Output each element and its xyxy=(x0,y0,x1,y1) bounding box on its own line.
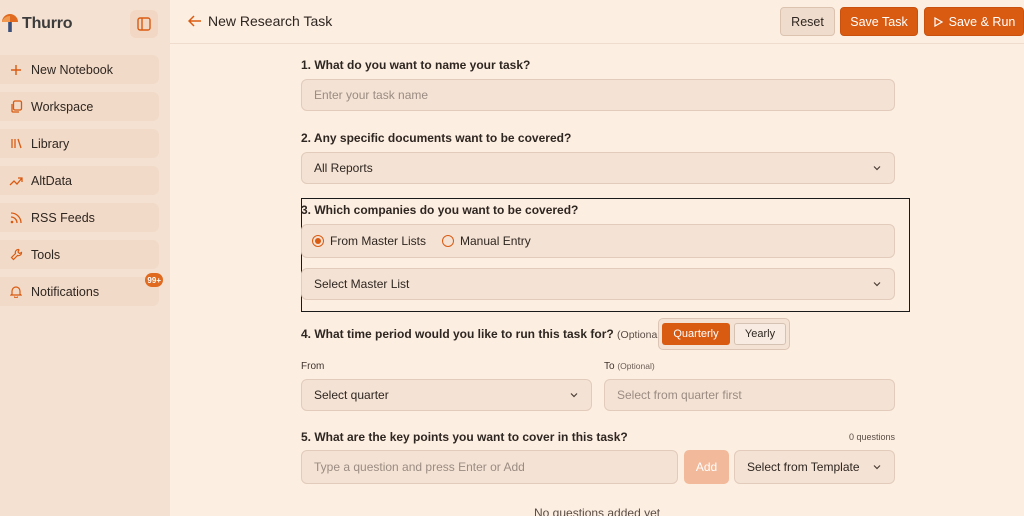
sidebar-item-label: Library xyxy=(31,136,70,151)
sidebar-item-label: New Notebook xyxy=(31,62,113,77)
save-and-run-button[interactable]: Save & Run xyxy=(924,7,1024,36)
trend-icon xyxy=(8,173,24,189)
company-source-radio-group: From Master Lists Manual Entry xyxy=(301,224,895,258)
from-master-lists-option[interactable]: From Master Lists xyxy=(312,234,426,248)
library-icon xyxy=(8,136,24,152)
page-title: New Research Task xyxy=(208,13,333,29)
thurro-logo-icon xyxy=(2,14,18,32)
sidebar-item-label: Workspace xyxy=(31,99,94,114)
to-quarter-placeholder: Select from quarter first xyxy=(617,388,742,402)
from-label: From xyxy=(301,361,325,372)
sidebar-item-label: RSS Feeds xyxy=(31,210,95,225)
chevron-down-icon xyxy=(873,282,881,287)
sidebar-item-label: Notifications xyxy=(31,284,100,299)
sidebar-item-library[interactable]: Library xyxy=(0,129,159,158)
question-input-placeholder: Type a question and press Enter or Add xyxy=(314,460,525,474)
question-1-label: 1. What do you want to name your task? xyxy=(301,58,531,72)
empty-questions-text: No questions added yet xyxy=(534,506,661,516)
to-quarter-select[interactable]: Select from quarter first xyxy=(604,379,895,411)
save-and-run-label: Save & Run xyxy=(948,14,1016,29)
from-quarter-select[interactable]: Select quarter xyxy=(301,379,592,411)
sidebar-item-notifications[interactable]: Notifications 99+ xyxy=(0,273,163,306)
master-list-placeholder: Select Master List xyxy=(314,277,410,291)
manual-entry-label: Manual Entry xyxy=(460,234,531,248)
yearly-toggle-button[interactable]: Yearly xyxy=(734,323,786,345)
sidebar-item-rss-feeds[interactable]: RSS Feeds xyxy=(0,203,159,232)
sidebar-item-tools[interactable]: Tools xyxy=(0,240,159,269)
rss-icon xyxy=(8,210,24,226)
template-select[interactable]: Select from Template xyxy=(734,450,895,484)
master-list-select[interactable]: Select Master List xyxy=(301,268,895,300)
play-icon xyxy=(934,16,943,27)
sidebar: Thurro New Notebook Workspace Library Al… xyxy=(0,0,170,516)
question-5-label: 5. What are the key points you want to c… xyxy=(301,430,628,444)
quarterly-toggle-button[interactable]: Quarterly xyxy=(662,323,730,345)
sidebar-toggle-button[interactable] xyxy=(130,10,158,38)
documents-selected-value: All Reports xyxy=(314,161,373,175)
sidebar-nav: New Notebook Workspace Library AltData R… xyxy=(0,55,163,314)
chevron-down-icon xyxy=(570,393,578,398)
sidebar-item-new-notebook[interactable]: New Notebook xyxy=(0,55,159,84)
plus-icon xyxy=(8,62,24,78)
chevron-down-icon xyxy=(873,166,881,171)
to-label: To (Optional) xyxy=(604,361,655,372)
to-optional-text: (Optional) xyxy=(617,361,655,371)
wrench-icon xyxy=(8,247,24,263)
sidebar-item-label: Tools xyxy=(31,247,61,262)
from-master-lists-label: From Master Lists xyxy=(330,234,427,248)
notification-count-badge: 99+ xyxy=(145,273,163,287)
question-2-label: 2. Any specific documents want to be cov… xyxy=(301,131,572,145)
question-4-label: 4. What time period would you like to ru… xyxy=(301,327,663,341)
task-name-placeholder: Enter your task name xyxy=(314,88,429,102)
sidebar-item-label: AltData xyxy=(31,173,72,188)
brand-name: Thurro xyxy=(22,15,73,32)
app: Thurro New Notebook Workspace Library Al… xyxy=(0,0,1024,516)
brand-logo[interactable]: Thurro xyxy=(0,12,73,36)
arrow-left-icon xyxy=(188,15,201,27)
manual-entry-option[interactable]: Manual Entry xyxy=(442,234,531,248)
to-label-text: To xyxy=(604,361,615,372)
add-question-button[interactable]: Add xyxy=(684,450,729,484)
question-4-text: 4. What time period would you like to ru… xyxy=(301,327,614,341)
documents-select[interactable]: All Reports xyxy=(301,152,895,184)
task-name-input[interactable]: Enter your task name xyxy=(301,79,895,111)
from-quarter-placeholder: Select quarter xyxy=(314,388,389,402)
back-button[interactable]: New Research Task xyxy=(188,13,332,29)
radio-unselected-icon xyxy=(442,235,455,247)
sidebar-item-altdata[interactable]: AltData xyxy=(0,166,159,195)
copy-icon xyxy=(8,99,24,115)
bell-icon xyxy=(8,284,24,300)
question-4-optional: (Optional) xyxy=(617,329,664,341)
reset-button[interactable]: Reset xyxy=(780,7,835,36)
sidebar-item-workspace[interactable]: Workspace xyxy=(0,92,159,121)
radio-selected-icon xyxy=(312,235,324,247)
chevron-down-icon xyxy=(873,465,881,470)
page-header: New Research Task Reset Save Task Save &… xyxy=(170,0,1024,44)
save-task-button[interactable]: Save Task xyxy=(840,7,918,36)
question-3-label: 3. Which companies do you want to be cov… xyxy=(301,203,579,217)
period-toggle: Quarterly Yearly xyxy=(658,318,790,350)
sidebar-panel-icon xyxy=(137,17,151,31)
question-input[interactable]: Type a question and press Enter or Add xyxy=(301,450,678,484)
template-select-label: Select from Template xyxy=(747,460,860,474)
question-count: 0 questions xyxy=(848,432,895,442)
